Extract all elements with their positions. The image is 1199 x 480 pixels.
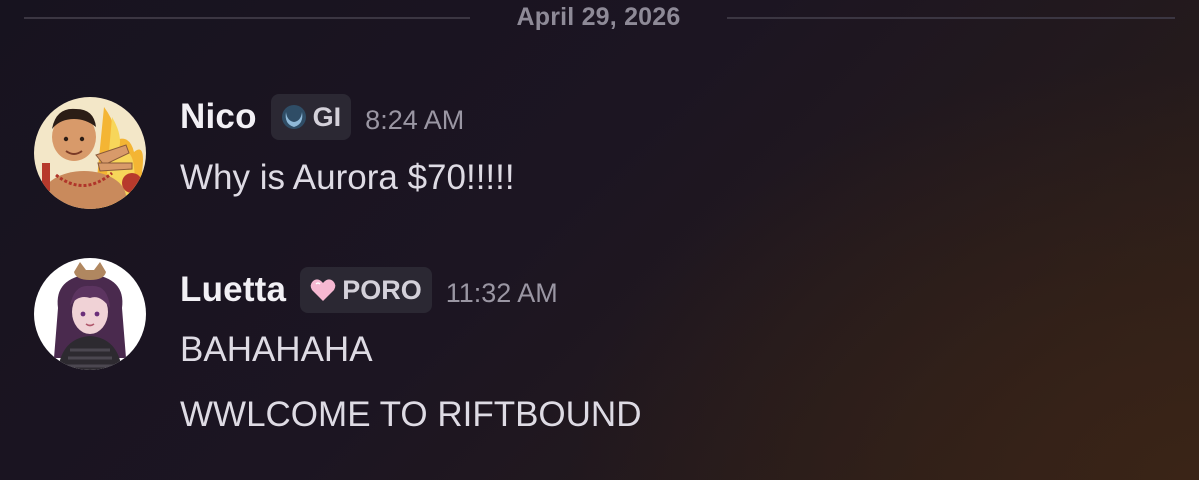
message-header: Nico GI 8:24 AM (180, 92, 464, 142)
cartoon-character-avatar (34, 97, 146, 209)
tag-label: PORO (342, 274, 422, 305)
divider-date: April 29, 2026 (516, 3, 681, 31)
anime-girl-avatar (34, 258, 146, 370)
divider-line-left (24, 17, 470, 19)
tag-label: GI (312, 101, 342, 132)
message-text: Why is Aurora $70!!!!! (180, 158, 515, 197)
heart-icon (310, 279, 336, 301)
message-text: WWLCOME TO RIFTBOUND (180, 395, 642, 434)
date-divider: April 29, 2026 (0, 0, 1199, 36)
username[interactable]: Luetta (180, 270, 286, 310)
timestamp[interactable]: 11:32 AM (446, 272, 558, 309)
message-header: Luetta PORO 11:32 AM (180, 265, 558, 315)
timestamp[interactable]: 8:24 AM (365, 99, 464, 136)
server-tag[interactable]: PORO (300, 267, 432, 313)
avatar[interactable] (34, 97, 146, 209)
avatar[interactable] (34, 258, 146, 370)
username[interactable]: Nico (180, 97, 257, 137)
divider-line-right (727, 17, 1175, 19)
crescent-moon-icon (281, 105, 306, 129)
message-text: BAHAHAHA (180, 330, 373, 369)
server-tag[interactable]: GI (270, 94, 352, 140)
